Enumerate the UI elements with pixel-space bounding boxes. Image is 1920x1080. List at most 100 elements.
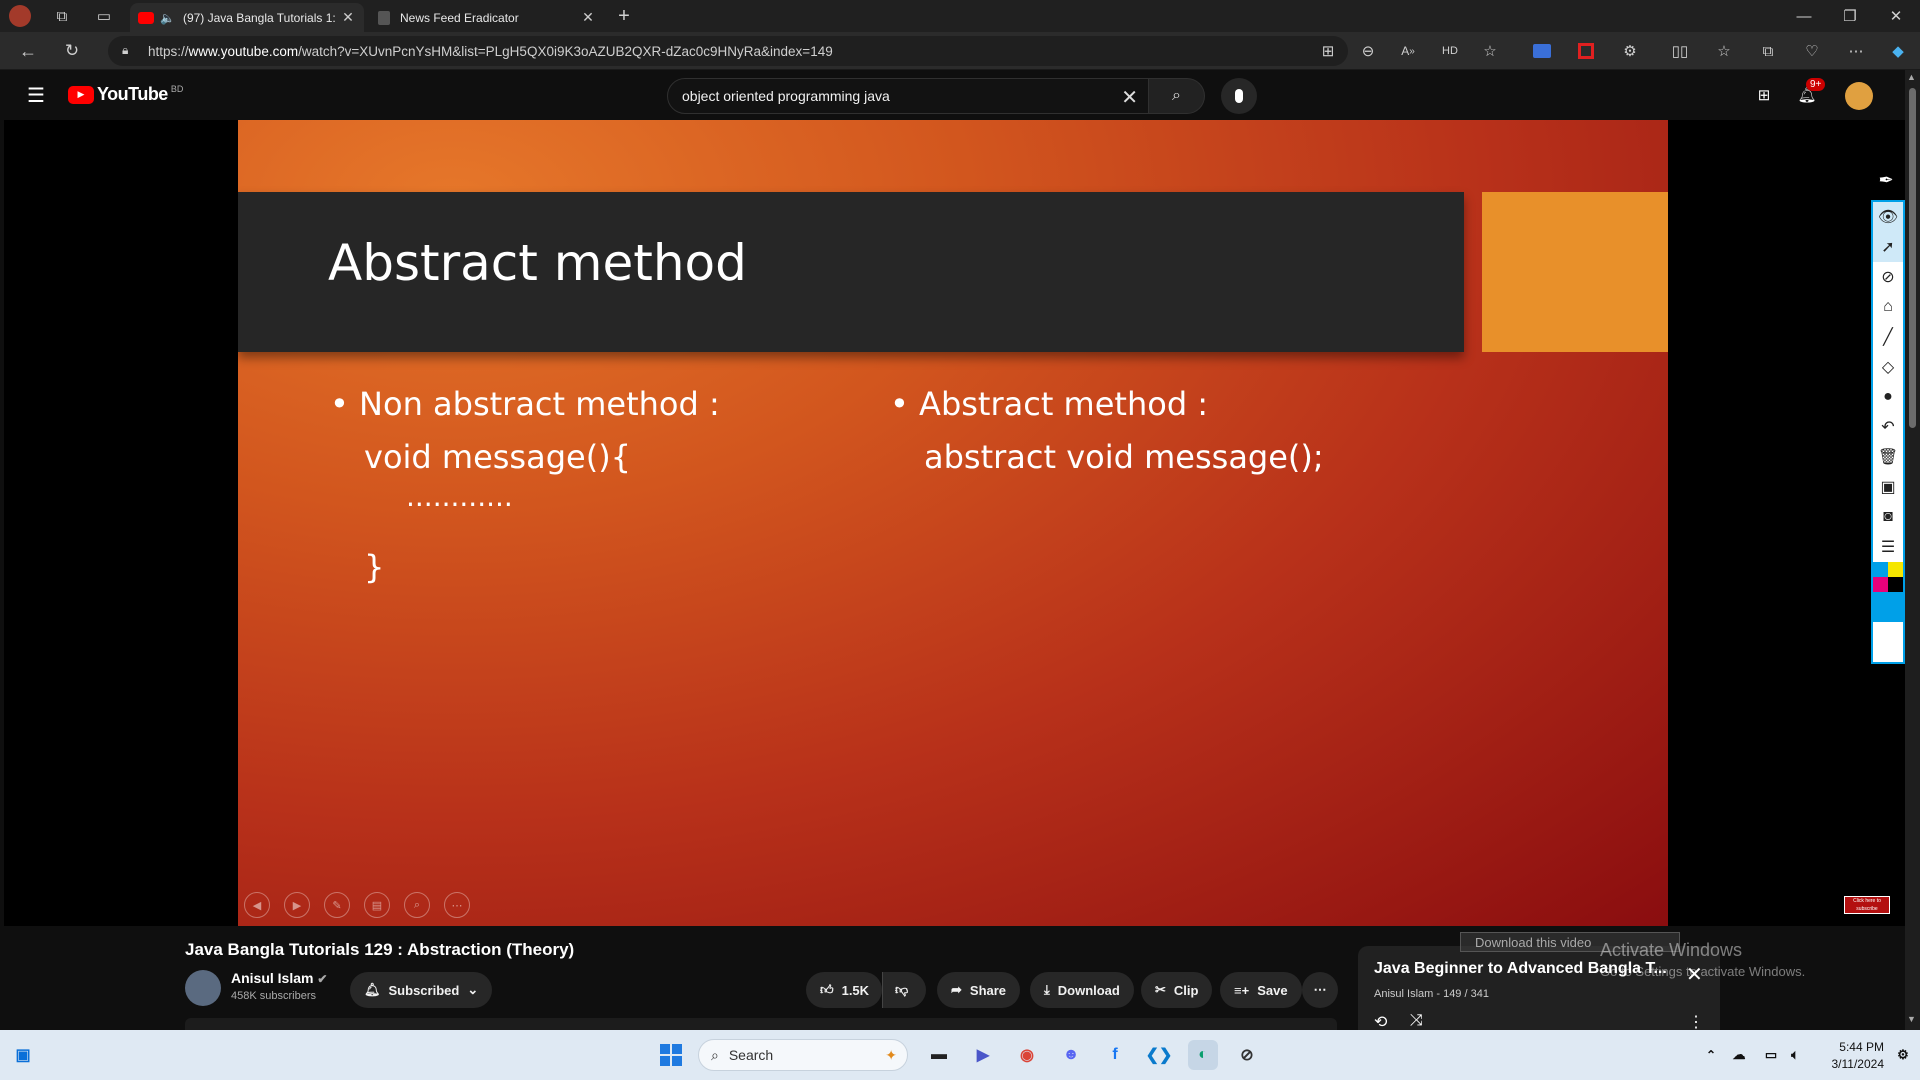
more-menu-icon[interactable]: ⋯: [1842, 37, 1870, 65]
red-extension-icon[interactable]: [1572, 37, 1600, 65]
scrollbar-thumb[interactable]: [1909, 88, 1916, 428]
windows-start-icon[interactable]: [656, 1040, 686, 1070]
notification-center-icon[interactable]: ⚙: [1888, 1040, 1918, 1070]
app-available-icon[interactable]: ⊞: [1314, 37, 1342, 65]
yellow-swatch[interactable]: [1888, 562, 1903, 577]
hamburger-menu-icon[interactable]: ☰: [22, 81, 50, 109]
performance-icon[interactable]: ♡: [1798, 37, 1826, 65]
file-explorer-icon[interactable]: ▬: [924, 1040, 954, 1070]
slide-next-icon[interactable]: ▶: [284, 892, 310, 918]
vscode-icon[interactable]: ❮❯: [1144, 1040, 1174, 1070]
close-tab-icon[interactable]: ✕: [340, 9, 356, 26]
meet-icon[interactable]: ▶: [968, 1040, 998, 1070]
eye-icon[interactable]: 👁︎: [1873, 202, 1903, 232]
board-icon[interactable]: ▣: [1873, 472, 1903, 502]
scroll-up-icon[interactable]: ▲: [1907, 72, 1916, 82]
magenta-swatch[interactable]: [1873, 577, 1888, 592]
like-button[interactable]: 👍︎ 1.5K: [806, 972, 882, 1008]
subscribed-button[interactable]: 🔔︎ Subscribed ⌄: [350, 972, 493, 1008]
dot-icon[interactable]: ●: [1873, 382, 1903, 412]
slide-video-frame[interactable]: Abstract method • Non abstract method : …: [238, 120, 1668, 926]
clip-button[interactable]: ✂ Clip: [1141, 972, 1213, 1008]
user-avatar[interactable]: [1845, 82, 1873, 110]
read-aloud-icon[interactable]: A»: [1394, 37, 1422, 65]
audio-playing-icon[interactable]: 🔈: [160, 11, 175, 25]
notes-icon[interactable]: ☰: [1873, 532, 1903, 562]
slide-more-icon[interactable]: ⋯: [444, 892, 470, 918]
undo-icon[interactable]: ↶: [1873, 412, 1903, 442]
tag-icon[interactable]: ⌂: [1873, 292, 1903, 322]
video-player[interactable]: Abstract method • Non abstract method : …: [4, 120, 1905, 926]
save-button[interactable]: ≡+ Save: [1220, 972, 1302, 1008]
tab-actions-icon[interactable]: ▭: [90, 2, 118, 30]
share-button[interactable]: ➦ Share: [937, 972, 1021, 1008]
back-icon[interactable]: ←: [14, 37, 42, 65]
trash-icon[interactable]: 🗑︎: [1873, 442, 1903, 472]
url-field[interactable]: 🔒︎ https://www.youtube.com/watch?v=XUvnP…: [108, 36, 1348, 66]
line-tool-icon[interactable]: ╱: [1873, 322, 1903, 352]
channel-name[interactable]: Anisul Islam ✔: [231, 970, 327, 986]
dislike-button[interactable]: 👎︎: [882, 972, 926, 1008]
eraser-icon[interactable]: ◇: [1873, 352, 1903, 382]
split-screen-icon[interactable]: ▯▯: [1666, 37, 1694, 65]
zoom-icon[interactable]: ⊖: [1354, 37, 1382, 65]
volume-icon[interactable]: 🔈︎: [1780, 1040, 1810, 1070]
playlist-menu-icon[interactable]: ⋮: [1688, 1012, 1704, 1032]
more-actions-button[interactable]: ⋯: [1302, 972, 1338, 1008]
widgets-icon[interactable]: ▣: [8, 1040, 38, 1070]
show-hidden-icons[interactable]: ⌃: [1696, 1040, 1726, 1070]
search-button[interactable]: ⌕: [1149, 78, 1205, 114]
channel-avatar[interactable]: [185, 970, 221, 1006]
lock-icon[interactable]: 🔒︎: [122, 43, 128, 58]
favorite-star-icon[interactable]: ☆: [1476, 37, 1504, 65]
profile-avatar[interactable]: [9, 5, 31, 27]
black-swatch[interactable]: [1888, 577, 1903, 592]
clock-app-icon[interactable]: ⊘: [1232, 1040, 1262, 1070]
download-button[interactable]: ⤓ Download: [1030, 972, 1134, 1008]
color-swatches[interactable]: [1873, 562, 1903, 592]
restore-icon[interactable]: ❐: [1836, 2, 1864, 30]
facebook-icon[interactable]: f: [1100, 1040, 1130, 1070]
scroll-down-icon[interactable]: ▼: [1907, 1014, 1916, 1024]
slide-pages-icon[interactable]: ▤: [364, 892, 390, 918]
subscribe-badge[interactable]: Click here to subscribe: [1844, 896, 1890, 914]
stopwatch-icon[interactable]: ⊘: [1873, 262, 1903, 292]
chrome-icon[interactable]: ◉: [1012, 1040, 1042, 1070]
create-video-icon[interactable]: ⊞: [1750, 81, 1778, 109]
onedrive-icon[interactable]: ☁: [1724, 1040, 1754, 1070]
pen-tool-icon[interactable]: ✒: [1869, 165, 1903, 195]
taskbar-search-box[interactable]: ⌕ Search ✦: [698, 1039, 908, 1071]
voice-search-button[interactable]: [1221, 78, 1257, 114]
discord-icon[interactable]: ☻: [1056, 1040, 1086, 1070]
edge-icon[interactable]: ◐: [1188, 1040, 1218, 1070]
new-tab-icon[interactable]: +: [610, 2, 638, 30]
translate-extension-icon[interactable]: [1528, 37, 1556, 65]
slide-prev-icon[interactable]: ◀: [244, 892, 270, 918]
close-window-icon[interactable]: ✕: [1882, 2, 1910, 30]
minimize-icon[interactable]: —: [1790, 2, 1818, 30]
page-scrollbar[interactable]: ▲ ▼: [1905, 70, 1920, 1030]
slide-zoom-icon[interactable]: ⌕: [404, 892, 430, 918]
tab-youtube[interactable]: 🔈 (97) Java Bangla Tutorials 1: ✕: [130, 3, 364, 32]
clock-time[interactable]: 5:44 PM: [1820, 1040, 1884, 1054]
camera-icon[interactable]: ◙: [1873, 502, 1903, 532]
pointer-icon[interactable]: ➚: [1873, 232, 1903, 262]
favorites-icon[interactable]: ☆: [1710, 37, 1738, 65]
shuffle-icon[interactable]: ⤨: [1410, 1012, 1423, 1030]
youtube-logo[interactable]: ▶ YouTube BD: [68, 84, 183, 105]
search-input[interactable]: object oriented programming java ✕: [667, 78, 1149, 114]
immersive-reader-icon[interactable]: HD: [1436, 37, 1464, 65]
slide-pen-icon[interactable]: ✎: [324, 892, 350, 918]
close-tab-icon[interactable]: ✕: [580, 9, 596, 26]
tab-news-feed[interactable]: News Feed Eradicator ✕: [370, 3, 604, 32]
refresh-icon[interactable]: ↻: [58, 37, 86, 65]
clock-date[interactable]: 3/11/2024: [1820, 1057, 1885, 1071]
extensions-icon[interactable]: ⚙: [1616, 37, 1644, 65]
active-color-swatch[interactable]: [1873, 592, 1903, 622]
clear-search-icon[interactable]: ✕: [1121, 85, 1138, 110]
workspaces-icon[interactable]: ⧉: [48, 2, 76, 30]
cyan-swatch[interactable]: [1873, 562, 1888, 577]
loop-icon[interactable]: ⟲: [1374, 1012, 1387, 1032]
copilot-icon[interactable]: ◆: [1884, 37, 1912, 65]
collections-icon[interactable]: ⧉: [1754, 37, 1782, 65]
